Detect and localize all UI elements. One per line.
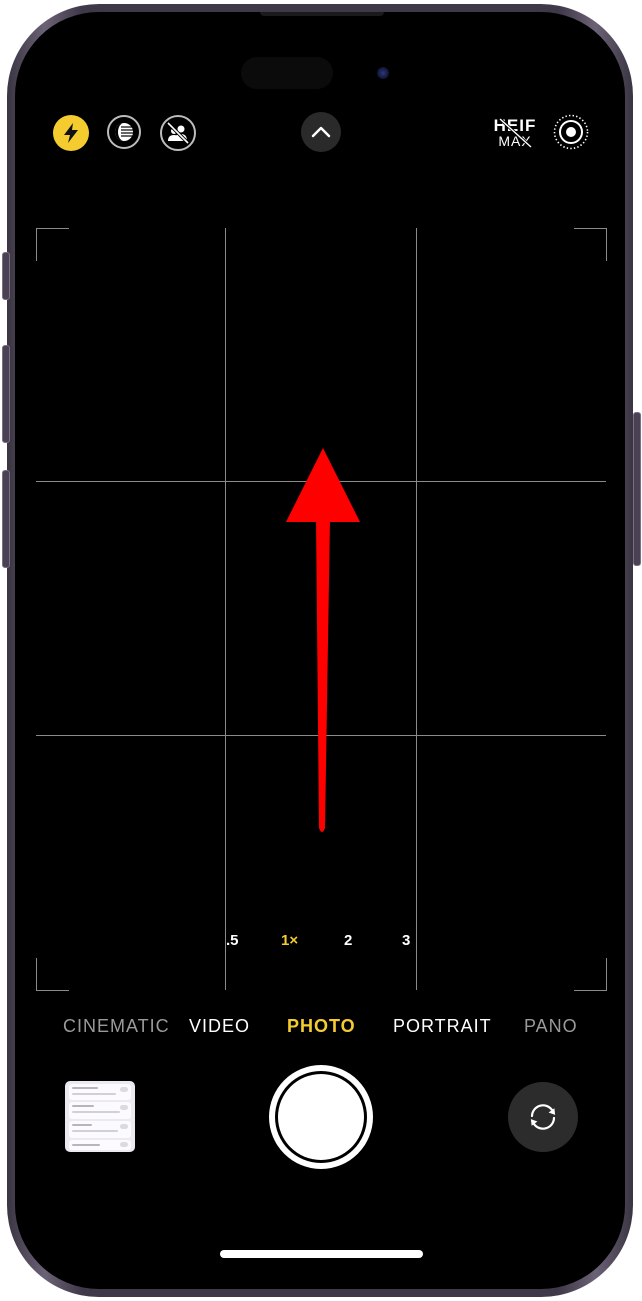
grid-line [225, 228, 226, 990]
shutter-button[interactable] [269, 1065, 373, 1169]
frame-corner [574, 958, 607, 991]
expand-controls-button[interactable] [301, 112, 341, 152]
front-camera [377, 67, 389, 79]
grid-line [36, 481, 606, 482]
frame-corner [574, 228, 607, 261]
thumbnail-card [69, 1084, 131, 1100]
thumbnail-card [69, 1121, 131, 1138]
action-button [2, 252, 10, 300]
night-mode-button[interactable] [107, 115, 141, 149]
zoom-option-3x[interactable]: 3 [402, 932, 410, 949]
mode-selector: CINEMATIC VIDEO PHOTO PORTRAIT PANO [0, 1016, 642, 1040]
grid-line [416, 228, 417, 990]
chevron-up-icon [311, 126, 331, 138]
volume-down-button [2, 470, 10, 568]
person-off-icon [166, 121, 190, 145]
thumbnail-card [69, 1102, 131, 1119]
dynamic-island [241, 57, 333, 89]
flash-icon [64, 123, 78, 143]
home-indicator[interactable] [220, 1250, 423, 1258]
shutter-ring [275, 1071, 367, 1163]
thumbnail-card [69, 1140, 131, 1150]
flip-camera-button[interactable] [508, 1082, 578, 1152]
mode-portrait[interactable]: PORTRAIT [393, 1016, 492, 1037]
zoom-option-1x[interactable]: 1× [281, 932, 298, 949]
mode-photo[interactable]: PHOTO [287, 1016, 356, 1037]
earpiece [260, 12, 384, 16]
frame-corner [36, 958, 69, 991]
power-button [633, 412, 641, 566]
camera-flip-icon [530, 1104, 556, 1130]
live-photo-icon [553, 114, 589, 150]
heif-max-button[interactable]: HEIF MAX [492, 114, 538, 152]
grid-line [36, 735, 606, 736]
flash-button[interactable] [53, 115, 89, 151]
slash-icon [498, 118, 533, 148]
zoom-option-0.5[interactable]: .5 [226, 932, 239, 949]
shutter-core [278, 1074, 364, 1160]
mode-cinematic[interactable]: CINEMATIC [63, 1016, 170, 1037]
live-photo-button[interactable] [552, 113, 590, 151]
frame-corner [36, 228, 69, 261]
last-photo-thumbnail[interactable] [65, 1081, 135, 1152]
portrait-off-button[interactable] [160, 115, 196, 151]
night-mode-icon [115, 123, 133, 141]
zoom-option-2x[interactable]: 2 [344, 932, 352, 949]
zoom-selector: .5 1× 2 3 [0, 932, 642, 954]
mode-video[interactable]: VIDEO [189, 1016, 250, 1037]
volume-up-button [2, 345, 10, 443]
mode-pano[interactable]: PANO [524, 1016, 578, 1037]
